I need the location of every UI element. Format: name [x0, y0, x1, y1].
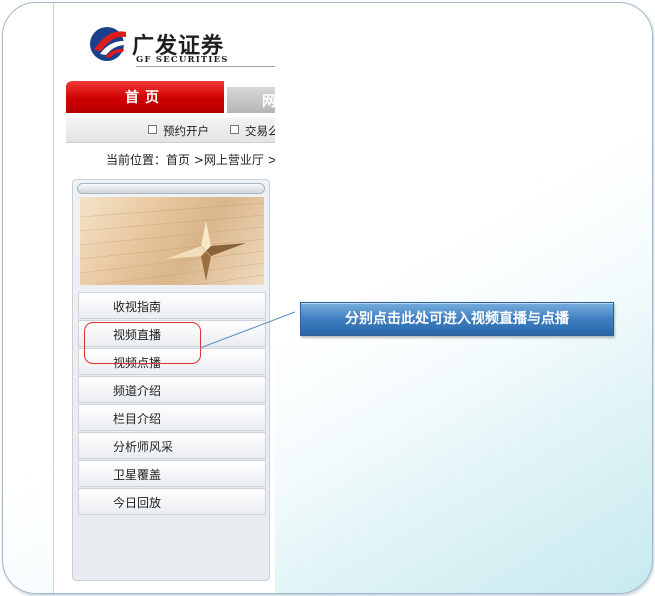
callout-pointer [199, 311, 296, 349]
callout-box: 分别点击此处可进入视频直播与点播 [300, 302, 614, 336]
